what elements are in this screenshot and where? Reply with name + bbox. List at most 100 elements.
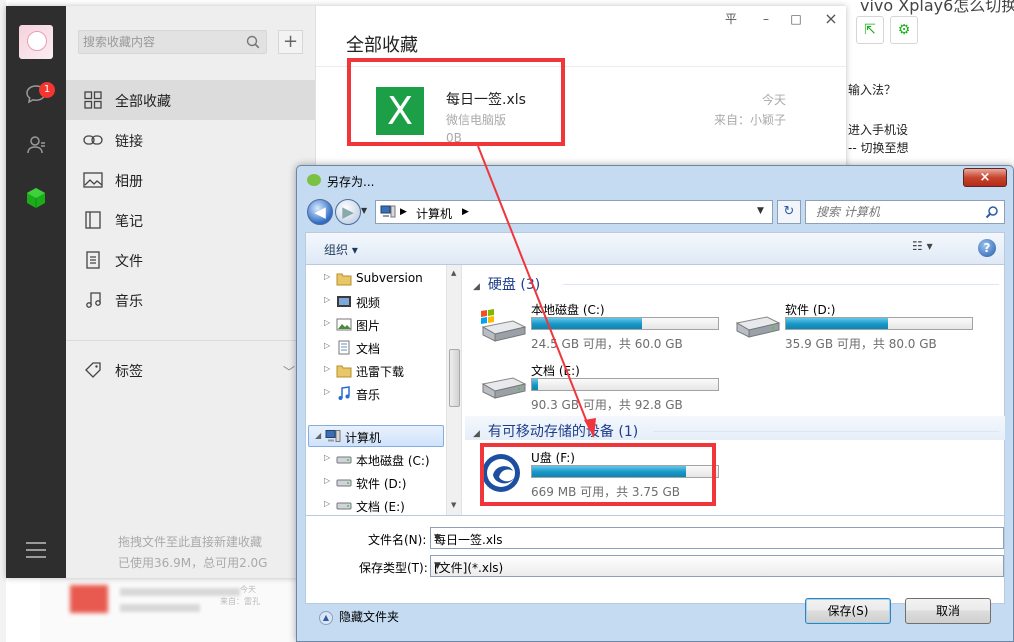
sidebar-item-all-favorites[interactable]: 全部收藏 [66,80,315,120]
back-button[interactable]: ◀ [307,199,333,225]
expand-arrow-icon[interactable]: ▷ [324,499,330,508]
group-divider [563,284,999,285]
sidebar-item-links[interactable]: 链接 [66,120,315,160]
view-options-icon[interactable]: ☷ ▾ [912,239,948,259]
page-title: 全部收藏 [346,35,418,56]
excel-file-icon[interactable]: X [376,87,424,135]
close-button[interactable]: × [821,10,841,28]
expand-arrow-icon[interactable]: ▷ [324,453,330,462]
menu-icon[interactable] [26,542,46,558]
dialog-search-box[interactable] [805,200,1005,224]
chevron-down-icon[interactable]: ﹀ [283,363,295,380]
tree-item-pictures[interactable]: ▷ 图片 [306,314,456,335]
tree-item-drive-c[interactable]: ▷ 本地磁盘 (C:) [306,449,456,470]
collapse-arrow-icon[interactable]: ◢ [315,431,321,440]
share-icon[interactable]: ⇱ [856,16,884,44]
favorites-sidebar: + 全部收藏 链接 相册 笔记 文件 音乐 标签 ﹀ [66,6,316,578]
settings-icon[interactable]: ⚙ [890,16,918,44]
unread-badge: 1 [39,82,55,98]
drive-e[interactable]: 文档 (E:) 90.3 GB 可用，共 92.8 GB [479,362,719,412]
background-source: 来自：雷孔 [220,597,260,606]
group-label: 有可移动存储的设备 (1) [487,424,639,440]
filetype-select[interactable]: [文件](*.xls) ▼ [430,555,1004,577]
organize-menu[interactable]: 组织 ▾ [324,241,358,258]
add-favorite-button[interactable]: + [278,30,303,54]
grid-icon [84,91,102,109]
drive-f-usb[interactable]: U盘 (F:) 669 MB 可用，共 3.75 GB [479,449,719,499]
favorites-cube-icon[interactable] [25,187,47,209]
filename-input[interactable]: 每日一签.xls ▼ [430,527,1004,549]
save-button[interactable]: 保存(S) [805,598,891,624]
tree-item-drive-d[interactable]: ▷ 软件 (D:) [306,472,456,493]
save-as-dialog: 另存为... × ◀ ▶ ▼ ▶ 计算机 ▶ ▼ ↻ 组织 ▾ ☷ ▾ ? ▷ … [296,165,1014,642]
expand-arrow-icon[interactable]: ▷ [324,318,330,327]
tree-item-label: 文档 (E:) [356,500,405,514]
sidebar-item-tags[interactable]: 标签 [66,350,315,390]
address-dropdown-icon[interactable]: ▼ [757,206,764,216]
background-timestamp: 今天 [240,585,256,594]
refresh-button[interactable]: ↻ [777,200,801,224]
computer-icon [325,430,341,442]
notebook-icon [85,211,101,229]
expand-arrow-icon[interactable]: ▷ [324,341,330,350]
search-box[interactable] [78,30,267,54]
tree-item-documents[interactable]: ▷ 文档 [306,337,456,358]
sidebar-item-notes[interactable]: 笔记 [66,200,315,240]
sidebar-item-label: 笔记 [115,214,143,230]
chevron-down-icon[interactable]: ▼ [434,561,999,571]
drive-icon [735,316,781,338]
chevron-down-icon[interactable]: ▼ [434,533,999,543]
tree-item-videos[interactable]: ▷ 视频 [306,291,456,312]
avatar[interactable] [19,25,53,59]
forward-button[interactable]: ▶ [335,199,361,225]
dialog-search-input[interactable] [806,201,976,223]
breadcrumb-separator-icon[interactable]: ▶ [400,207,407,217]
tree-item-xunlei-downloads[interactable]: ▷ 迅雷下载 [306,360,456,381]
hide-folders-toggle[interactable]: ▲ 隐藏文件夹 [319,608,399,625]
tree-item-subversion[interactable]: ▷ Subversion [306,268,456,289]
drive-d[interactable]: 软件 (D:) 35.9 GB 可用，共 80.0 GB [733,301,973,351]
pin-icon[interactable]: 平 [721,10,741,28]
tree-scrollbar[interactable]: ▲ ▼ [446,265,461,515]
group-header-hard-disks[interactable]: ◢ 硬盘 (3) [473,274,540,293]
scroll-down-icon[interactable]: ▼ [451,501,456,509]
music-folder-icon [338,386,350,400]
history-dropdown-icon[interactable]: ▼ [361,206,367,215]
contacts-icon[interactable] [23,134,49,160]
dialog-close-button[interactable]: × [963,168,1007,187]
tree-item-drive-e[interactable]: ▷ 文档 (E:) [306,495,456,515]
file-name[interactable]: 每日一签.xls [446,89,526,109]
expand-arrow-icon[interactable]: ▷ [324,272,330,281]
drive-detail: 24.5 GB 可用，共 60.0 GB [531,337,683,351]
dialog-title-bar[interactable]: 另存为... [301,169,1001,191]
blurred-thumbnail [70,585,108,613]
download-folder-icon [336,365,352,378]
drive-icon [336,479,352,487]
breadcrumb-computer[interactable]: 计算机 [416,205,452,222]
scroll-up-icon[interactable]: ▲ [451,269,456,277]
collapse-arrow-icon[interactable]: ◢ [473,282,480,292]
help-icon[interactable]: ? [978,239,996,257]
video-folder-icon [337,296,351,307]
sidebar-item-album[interactable]: 相册 [66,160,315,200]
cancel-button[interactable]: 取消 [905,598,991,624]
group-header-removable[interactable]: ◢ 有可移动存储的设备 (1) [473,421,639,440]
expand-arrow-icon[interactable]: ▷ [324,387,330,396]
tree-item-label: 迅雷下载 [356,365,405,379]
breadcrumb-separator-icon[interactable]: ▶ [462,207,469,217]
tree-item-computer[interactable]: ◢ 计算机 [308,425,444,447]
minimize-button[interactable]: – [756,10,776,28]
search-input[interactable] [79,31,239,53]
address-bar[interactable]: ▶ 计算机 ▶ ▼ [375,200,773,224]
sidebar-item-label: 文件 [115,254,143,270]
sidebar-item-music[interactable]: 音乐 [66,280,315,320]
expand-arrow-icon[interactable]: ▷ [324,364,330,373]
collapse-arrow-icon[interactable]: ◢ [473,429,480,439]
maximize-button[interactable]: □ [786,10,806,28]
sidebar-item-files[interactable]: 文件 [66,240,315,280]
expand-arrow-icon[interactable]: ▷ [324,295,330,304]
tree-item-music[interactable]: ▷ 音乐 [306,383,456,404]
expand-arrow-icon[interactable]: ▷ [324,476,330,485]
drive-c[interactable]: 本地磁盘 (C:) 24.5 GB 可用，共 60.0 GB [479,301,719,351]
scrollbar-thumb[interactable] [449,349,460,407]
